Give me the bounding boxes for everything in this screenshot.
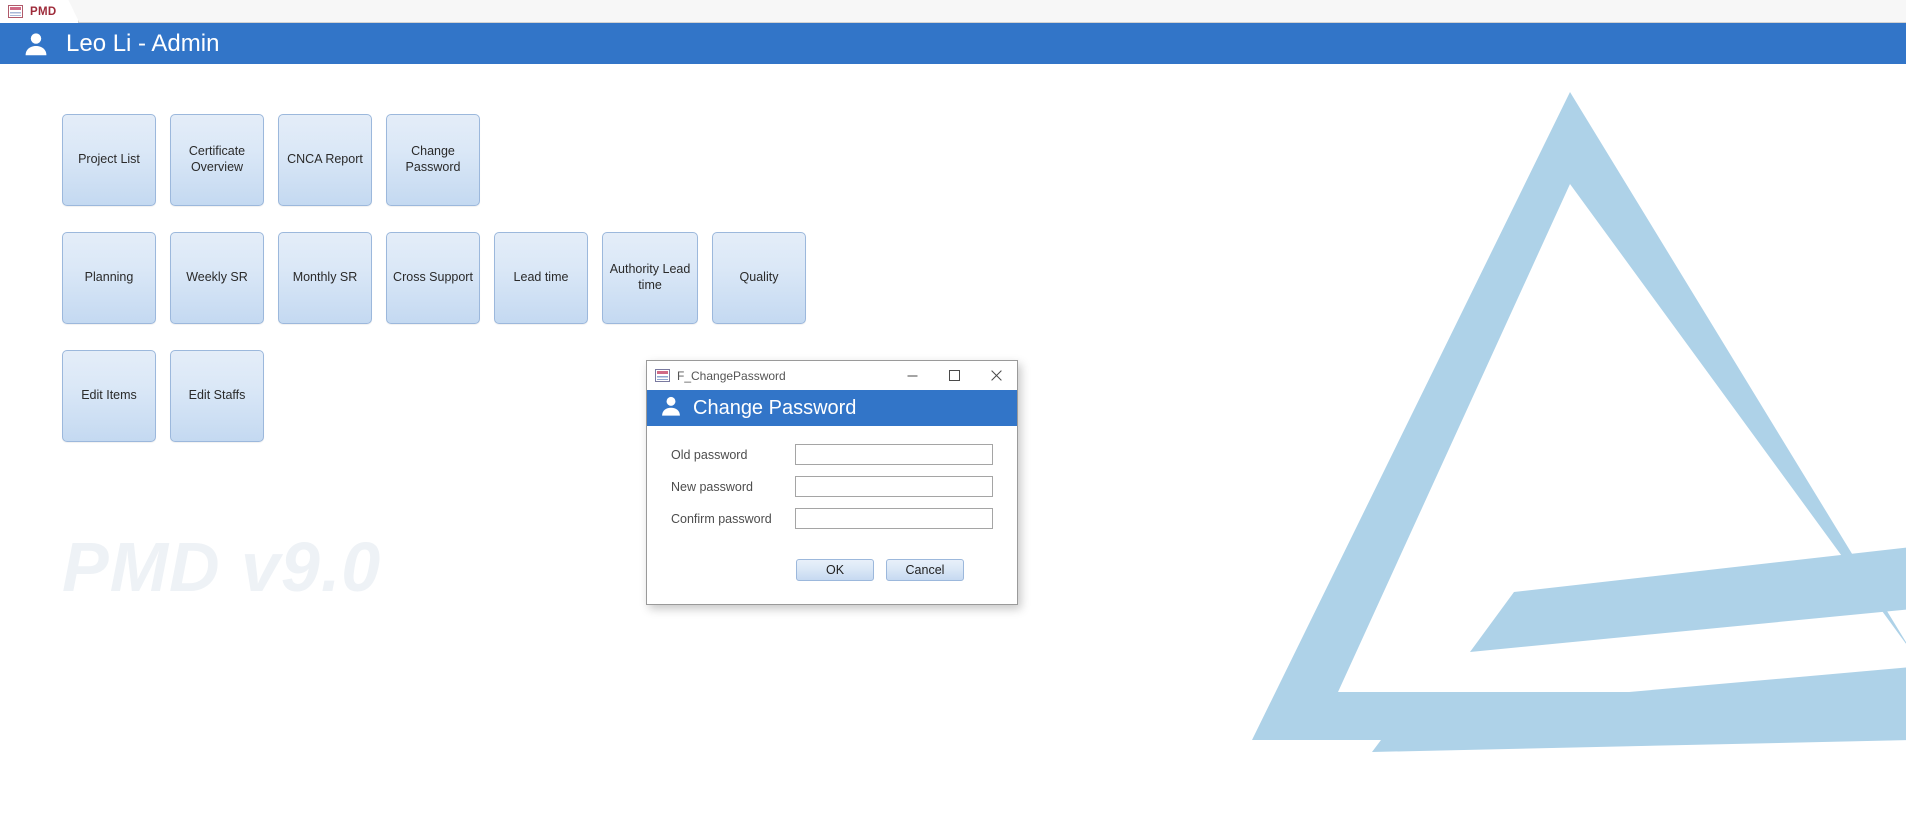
menu-button-edit-items[interactable]: Edit Items bbox=[62, 350, 156, 442]
menu-button-planning[interactable]: Planning bbox=[62, 232, 156, 324]
window-controls bbox=[891, 361, 1017, 390]
app-header: Leo Li - Admin bbox=[0, 23, 1906, 64]
person-icon bbox=[22, 30, 50, 58]
new-password-label: New password bbox=[671, 479, 753, 494]
document-tab-label: PMD bbox=[30, 5, 57, 18]
confirm-password-label: Confirm password bbox=[671, 511, 772, 526]
menu-button-certificate-overview[interactable]: Certificate Overview bbox=[170, 114, 264, 206]
ok-button[interactable]: OK bbox=[796, 559, 874, 581]
field-row-old-password: Old password bbox=[671, 444, 993, 465]
menu-button-cnca-report[interactable]: CNCA Report bbox=[278, 114, 372, 206]
close-icon[interactable] bbox=[975, 361, 1017, 390]
application-window: PMD Leo Li - Admin PMD v9.0 Project List… bbox=[0, 0, 1906, 838]
minimize-icon[interactable] bbox=[891, 361, 933, 390]
field-row-new-password: New password bbox=[671, 476, 993, 497]
menu-button-authority-lead-time[interactable]: Authority Lead time bbox=[602, 232, 698, 324]
menu-button-cross-support[interactable]: Cross Support bbox=[386, 232, 480, 324]
confirm-password-input[interactable] bbox=[795, 508, 993, 529]
menu-button-weekly-sr[interactable]: Weekly SR bbox=[170, 232, 264, 324]
menu-button-monthly-sr[interactable]: Monthly SR bbox=[278, 232, 372, 324]
form-table-icon bbox=[8, 5, 23, 18]
page-title: Leo Li - Admin bbox=[66, 29, 220, 57]
dialog-body: Old password New password Confirm passwo… bbox=[647, 426, 1017, 604]
dialog-banner-title: Change Password bbox=[693, 396, 857, 419]
old-password-input[interactable] bbox=[795, 444, 993, 465]
menu-button-quality[interactable]: Quality bbox=[712, 232, 806, 324]
document-tab-strip: PMD bbox=[0, 0, 1906, 23]
form-table-icon bbox=[655, 369, 670, 382]
version-watermark-text: PMD v9.0 bbox=[62, 528, 382, 606]
old-password-label: Old password bbox=[671, 447, 748, 462]
dialog-window-title: F_ChangePassword bbox=[677, 368, 786, 383]
cancel-button[interactable]: Cancel bbox=[886, 559, 964, 581]
field-row-confirm-password: Confirm password bbox=[671, 508, 993, 529]
menu-button-lead-time[interactable]: Lead time bbox=[494, 232, 588, 324]
person-icon bbox=[659, 394, 683, 423]
new-password-input[interactable] bbox=[795, 476, 993, 497]
dialog-banner: Change Password bbox=[647, 390, 1017, 426]
menu-button-project-list[interactable]: Project List bbox=[62, 114, 156, 206]
triangle-logo bbox=[1252, 92, 1906, 772]
maximize-icon[interactable] bbox=[933, 361, 975, 390]
document-tab-pmd[interactable]: PMD bbox=[0, 0, 79, 23]
change-password-dialog: F_ChangePassword Change Password Old pas… bbox=[646, 360, 1018, 605]
menu-row-1: Project List Certificate Overview CNCA R… bbox=[62, 114, 806, 206]
dialog-actions: OK Cancel bbox=[671, 540, 993, 581]
menu-button-edit-staffs[interactable]: Edit Staffs bbox=[170, 350, 264, 442]
menu-row-2: Planning Weekly SR Monthly SR Cross Supp… bbox=[62, 232, 806, 324]
menu-button-change-password[interactable]: Change Password bbox=[386, 114, 480, 206]
dialog-titlebar[interactable]: F_ChangePassword bbox=[647, 361, 1017, 390]
